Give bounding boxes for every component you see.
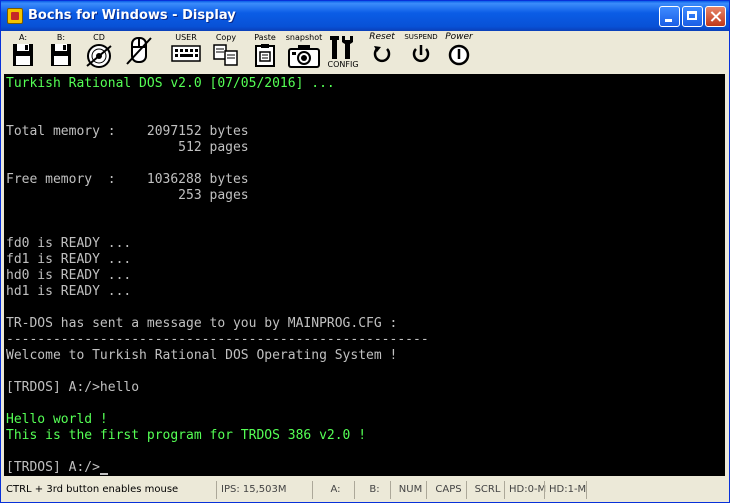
suspend-label: SUSPEND bbox=[404, 33, 438, 41]
toolbar: A: B: CD USER Copy Paste snapshot CONFIG… bbox=[4, 31, 726, 73]
mouse-hint: CTRL + 3rd button enables mouse bbox=[6, 484, 179, 495]
bochs-window: Bochs for Windows - Display A: B: CD USE… bbox=[0, 0, 730, 503]
snapshot-button[interactable]: snapshot bbox=[284, 33, 324, 69]
suspend-button[interactable]: SUSPEND bbox=[404, 33, 438, 69]
mouse-toggle-button[interactable] bbox=[122, 33, 156, 69]
scroll-lock-indicator: SCRL bbox=[466, 481, 504, 499]
hd0-indicator: HD:0-M bbox=[504, 481, 546, 499]
floppy-a-button[interactable]: A: bbox=[6, 33, 40, 69]
status-spacer bbox=[586, 481, 726, 499]
console-line: 512 pages bbox=[6, 140, 249, 155]
text-cursor bbox=[99, 473, 108, 475]
title-bar[interactable]: Bochs for Windows - Display bbox=[1, 1, 729, 31]
console-line: hd1 is READY ... bbox=[6, 284, 132, 299]
console-line: Welcome to Turkish Rational DOS Operatin… bbox=[6, 348, 398, 363]
console-line: 253 pages bbox=[6, 188, 249, 203]
copy-label: Copy bbox=[215, 33, 237, 42]
clipboard-icon bbox=[255, 44, 275, 67]
reset-label: Reset bbox=[369, 32, 395, 42]
drive-a-indicator: A: bbox=[312, 481, 354, 499]
cdrom-label: CD bbox=[93, 33, 105, 42]
console-line: [TRDOS] A:/>hello bbox=[6, 380, 140, 395]
floppy-disk-icon bbox=[51, 44, 71, 66]
window-title: Bochs for Windows - Display bbox=[28, 8, 236, 23]
close-button[interactable] bbox=[705, 6, 726, 27]
cdrom-icon bbox=[86, 44, 112, 68]
paste-label: Paste bbox=[254, 33, 276, 42]
console-line: fd1 is READY ... bbox=[6, 252, 132, 267]
console-line: Hello world ! bbox=[6, 412, 108, 427]
console-line: Free memory : 1036288 bytes bbox=[6, 172, 249, 187]
power-icon bbox=[448, 44, 470, 66]
ips-indicator: IPS: 15,503M bbox=[216, 481, 312, 499]
wrench-icon bbox=[330, 36, 353, 59]
status-bar: CTRL + 3rd button enables mouse IPS: 15,… bbox=[4, 480, 726, 500]
mouse-disabled-icon bbox=[126, 37, 152, 65]
minimize-button[interactable] bbox=[659, 6, 680, 27]
num-lock-indicator: NUM bbox=[390, 481, 426, 499]
reset-icon bbox=[373, 46, 391, 63]
floppy-b-label: B: bbox=[56, 33, 66, 42]
config-button[interactable]: CONFIG bbox=[326, 33, 360, 69]
console-line: hd0 is READY ... bbox=[6, 268, 132, 283]
console-line: fd0 is READY ... bbox=[6, 236, 132, 251]
reset-button[interactable]: Reset bbox=[364, 33, 400, 69]
paste-button[interactable]: Paste bbox=[250, 33, 280, 69]
console-line: Total memory : 2097152 bytes bbox=[6, 124, 249, 139]
keyboard-icon bbox=[171, 45, 201, 62]
power-label: Power bbox=[445, 32, 473, 42]
console-prompt: [TRDOS] A:/> bbox=[6, 460, 100, 475]
emulator-display[interactable]: Turkish Rational DOS v2.0 [07/05/2016] .… bbox=[4, 74, 725, 476]
maximize-button[interactable] bbox=[682, 6, 703, 27]
floppy-disk-icon bbox=[13, 44, 33, 66]
power-button[interactable]: Power bbox=[442, 33, 476, 69]
suspend-icon bbox=[412, 45, 430, 63]
copy-icon bbox=[213, 44, 238, 66]
bochs-app-icon[interactable] bbox=[7, 8, 23, 24]
console-line: This is the first program for TRDOS 386 … bbox=[6, 428, 367, 443]
user-label: USER bbox=[175, 33, 197, 42]
floppy-a-label: A: bbox=[18, 33, 28, 42]
console-prompt-line: [TRDOS] A:/> bbox=[6, 460, 108, 476]
copy-button[interactable]: Copy bbox=[210, 33, 242, 69]
user-button[interactable]: USER bbox=[168, 33, 204, 69]
cdrom-button[interactable]: CD bbox=[82, 33, 116, 69]
hd1-indicator: HD:1-M bbox=[544, 481, 586, 499]
console-line: ----------------------------------------… bbox=[6, 332, 429, 347]
caps-lock-indicator: CAPS bbox=[426, 481, 466, 499]
config-label: CONFIG bbox=[327, 60, 359, 69]
camera-icon bbox=[288, 45, 320, 68]
snapshot-label: snapshot bbox=[285, 33, 323, 42]
console-line: TR-DOS has sent a message to you by MAIN… bbox=[6, 316, 398, 331]
drive-b-indicator: B: bbox=[354, 481, 390, 499]
console-line: Turkish Rational DOS v2.0 [07/05/2016] .… bbox=[6, 76, 335, 91]
floppy-b-button[interactable]: B: bbox=[44, 33, 78, 69]
